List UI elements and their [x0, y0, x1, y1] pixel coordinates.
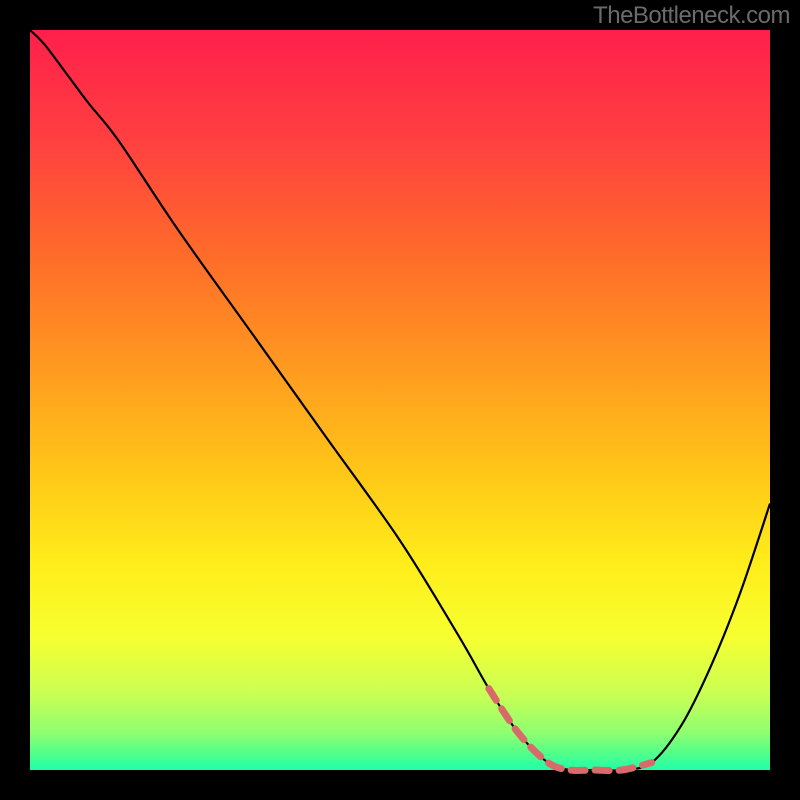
watermark-text: TheBottleneck.com [593, 2, 790, 30]
bottleneck-chart [0, 0, 800, 800]
chart-container: { "watermark": "TheBottleneck.com", "cha… [0, 0, 800, 800]
plot-background [30, 30, 770, 770]
